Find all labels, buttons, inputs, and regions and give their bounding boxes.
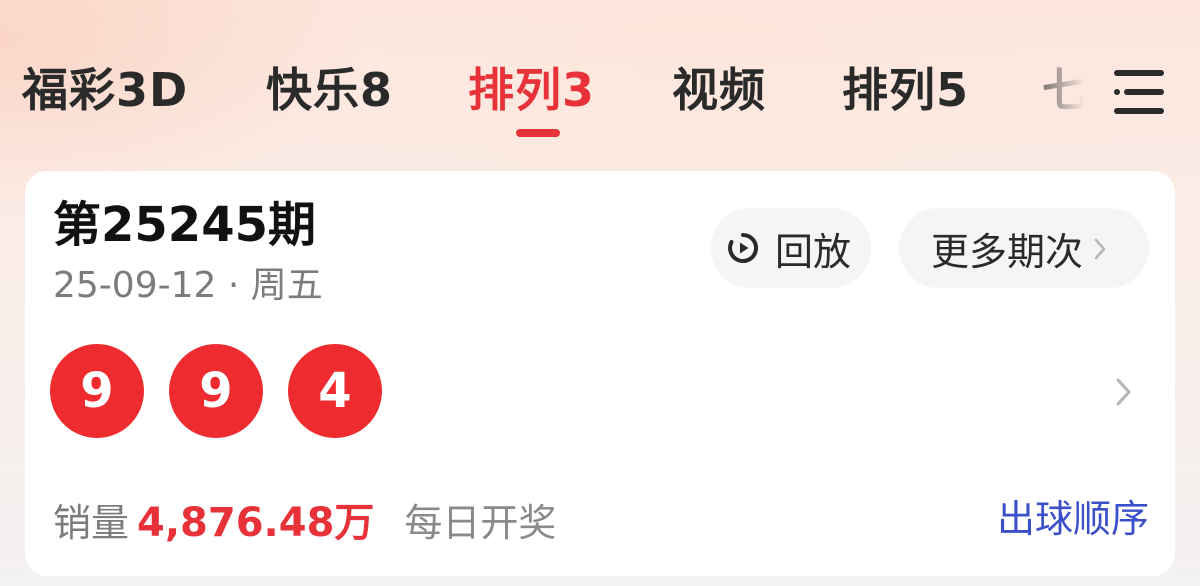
details-chevron-icon[interactable]	[1113, 376, 1135, 408]
draw-result-card[interactable]: 第25245期 25-09-12 · 周五 回放 更多期次 9 9 4 销量 4…	[25, 171, 1175, 576]
number-ball: 9	[169, 344, 263, 438]
menu-button[interactable]	[1104, 64, 1170, 120]
sales-row: 销量 4,876.48万 每日开奖	[53, 493, 557, 546]
lottery-tab-bar: 福彩3D 快乐8 排列3 视频 排列5 七	[0, 48, 1200, 143]
tab-fucai-3d[interactable]: 福彩3D	[22, 60, 188, 120]
draw-date: 25-09-12 · 周五	[53, 265, 323, 306]
draw-schedule: 每日开奖	[404, 500, 557, 545]
number-ball: 4	[288, 344, 382, 438]
sales-value: 4,876.48万	[137, 500, 375, 546]
winning-numbers: 9 9 4	[50, 344, 407, 439]
replay-label: 回放	[775, 229, 852, 274]
more-issues-button[interactable]: 更多期次	[899, 208, 1149, 288]
number-ball: 9	[50, 344, 144, 438]
tab-kuaile-8[interactable]: 快乐8	[266, 60, 393, 120]
tab-video[interactable]: 视频	[672, 60, 766, 120]
issue-number-title: 第25245期	[53, 197, 316, 253]
replay-timer-icon	[725, 230, 761, 266]
tab-pailie-5[interactable]: 排列5	[842, 60, 969, 120]
tab-qi-partial[interactable]: 七	[1042, 60, 1089, 120]
tab-pailie-3[interactable]: 排列3	[468, 60, 595, 120]
more-issues-label: 更多期次	[931, 229, 1084, 274]
replay-button[interactable]: 回放	[711, 208, 871, 288]
ball-order-link[interactable]: 出球顺序	[997, 493, 1149, 545]
hamburger-menu-icon	[1114, 70, 1164, 114]
chevron-right-icon	[1093, 226, 1107, 270]
sales-label: 销量	[53, 500, 130, 545]
active-tab-indicator	[516, 129, 560, 137]
